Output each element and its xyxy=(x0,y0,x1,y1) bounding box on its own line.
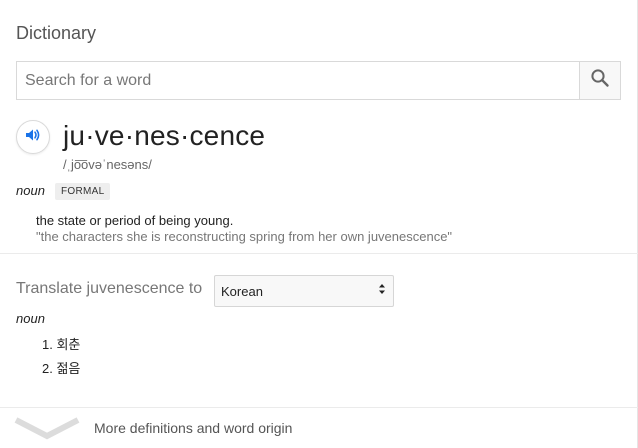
headword: ju·ve·nes·cence xyxy=(63,120,266,151)
translation-part-of-speech: noun xyxy=(16,311,45,326)
search-button[interactable] xyxy=(579,62,620,99)
phonetic-spelling: /ˌjo͞ovəˈnesəns/ xyxy=(63,157,152,172)
card-title: Dictionary xyxy=(16,23,97,43)
dictionary-card: Dictionary ju·ve·nes·cence /ˌjo͞ovəˈnesə… xyxy=(0,0,638,448)
language-select-value: Korean xyxy=(221,283,263,299)
language-select[interactable]: Korean xyxy=(214,275,394,307)
translation-number: 2. xyxy=(42,361,53,376)
speaker-icon xyxy=(24,126,42,149)
section-divider xyxy=(0,253,638,254)
part-of-speech: noun xyxy=(16,183,45,198)
select-arrows-icon xyxy=(377,282,387,301)
list-item: 1. 회춘 xyxy=(42,336,80,360)
search-input[interactable] xyxy=(17,62,579,99)
more-definitions-label: More definitions and word origin xyxy=(94,420,293,436)
translation-list: 1. 회춘 2. 젊음 xyxy=(42,336,80,384)
search-icon xyxy=(590,68,610,93)
example-sentence: "the characters she is reconstructing sp… xyxy=(36,229,453,244)
register-badge: FORMAL xyxy=(55,183,111,200)
translation-number: 1. xyxy=(42,337,53,352)
translation-text: 젊음 xyxy=(56,361,81,376)
translation-text: 회춘 xyxy=(56,337,81,352)
definition-text: the state or period of being young. xyxy=(36,213,234,228)
translate-label: Translate juvenescence to xyxy=(16,280,203,297)
list-item: 2. 젊음 xyxy=(42,360,80,384)
more-definitions-button[interactable]: More definitions and word origin xyxy=(0,408,638,448)
chevron-down-icon xyxy=(14,414,80,445)
search-box xyxy=(16,61,621,100)
pronunciation-button[interactable] xyxy=(16,120,50,154)
